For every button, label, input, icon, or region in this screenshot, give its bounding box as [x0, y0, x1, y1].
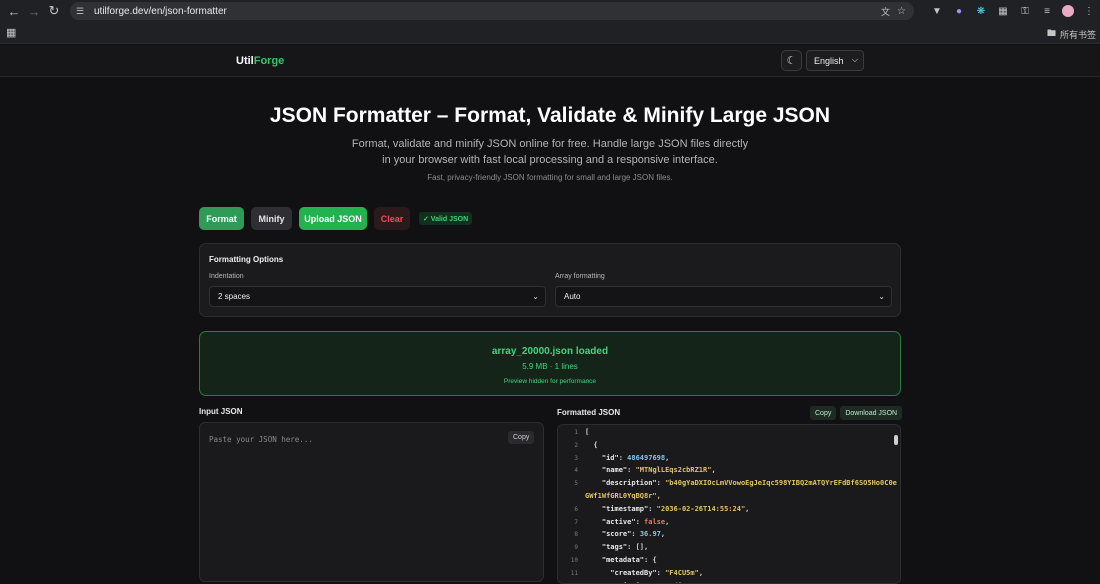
- site-logo[interactable]: UtilForge: [236, 55, 284, 67]
- loaded-file-name: array_20000.json loaded: [491, 346, 609, 357]
- code-text: "createdBy": "F4CU5m",: [610, 568, 704, 577]
- input-placeholder: Paste your JSON here...: [209, 435, 313, 444]
- code-view: 1[2 {3 "id": 486497698, 4 "name": "MTNglL…: [558, 428, 897, 583]
- line-number: 2: [574, 441, 578, 449]
- code-text: [: [585, 428, 590, 436]
- loaded-file-meta: 5.9 MB · 1 lines: [522, 362, 578, 371]
- indentation-value: 2 spaces: [218, 292, 251, 301]
- line-number: 1: [574, 429, 578, 436]
- page-note: Fast, privacy-friendly JSON formatting f…: [427, 173, 673, 182]
- line-number: 7: [574, 518, 578, 526]
- code-text: "metadata": {: [601, 555, 657, 564]
- page-title: JSON Formatter – Format, Validate & Mini…: [269, 104, 831, 127]
- scrollbar-thumb[interactable]: [894, 435, 898, 445]
- download-json-button[interactable]: Download JSON: [840, 406, 903, 420]
- all-bookmarks-folder[interactable]: 🖿 所有书签: [1047, 26, 1096, 42]
- site-header: UtilForge ☾ English ⌵: [0, 45, 1100, 77]
- minify-button[interactable]: Minify: [251, 207, 292, 230]
- code-text: "score": 36.97,: [601, 530, 666, 539]
- indentation-label: Indentation: [209, 273, 244, 280]
- code-line: 7 "active": false,: [558, 518, 890, 531]
- code-line: 11 "createdBy": "F4CU5m",: [558, 569, 890, 582]
- code-text: "tags": [],: [601, 543, 649, 552]
- language-select[interactable]: English ⌵: [806, 50, 864, 71]
- format-button[interactable]: Format: [199, 207, 244, 230]
- code-line: 9 "tags": [],: [558, 543, 890, 556]
- output-actions: Copy Download JSON: [810, 406, 903, 420]
- code-line: GWf1WfGRL0YqBQ8r",: [558, 492, 890, 505]
- line-number: 4: [574, 467, 578, 475]
- bookmarks-bar: ▦ 🖿 所有书签: [0, 22, 1100, 44]
- input-json-title: Input JSON: [199, 407, 243, 416]
- formatting-options-card: Formatting Options Indentation 2 spaces …: [199, 243, 901, 317]
- line-number: 9: [574, 544, 578, 552]
- valid-json-badge: ✓ Valid JSON: [419, 212, 473, 225]
- copy-output-button[interactable]: Copy: [810, 406, 837, 420]
- chrome-menu-icon[interactable]: ⋮: [1082, 4, 1096, 18]
- code-line: 1[: [558, 428, 890, 441]
- chevron-down-icon: ⌄: [878, 292, 885, 301]
- forward-icon[interactable]: →: [24, 1, 44, 21]
- code-line: 8 "score": 36.97,: [558, 530, 890, 543]
- line-number: 3: [574, 454, 578, 462]
- page-subtitle: Format, validate and minify JSON online …: [351, 138, 749, 166]
- code-text: "description": "b40gYaDXIOcLmVVowoEgJeIq…: [601, 479, 897, 488]
- translate-icon[interactable]: 文: [881, 5, 890, 18]
- loaded-file-hint: Preview hidden for performance: [503, 378, 597, 385]
- bookmark-star-icon[interactable]: ☆: [897, 6, 906, 17]
- address-bar[interactable]: ☰ utilforge.dev/en/json-formatter 文 ☆: [70, 2, 914, 20]
- formatted-json-title: Formatted JSON: [557, 408, 621, 417]
- theme-toggle-button[interactable]: ☾: [781, 50, 802, 71]
- line-number: 11: [570, 569, 578, 577]
- clear-button[interactable]: Clear: [374, 207, 410, 230]
- line-number: 8: [574, 531, 578, 539]
- indentation-select[interactable]: 2 spaces ⌄: [209, 286, 546, 307]
- extension-vpn-icon[interactable]: ▼: [930, 4, 944, 18]
- profile-avatar[interactable]: [1062, 5, 1074, 17]
- line-number: 5: [574, 480, 578, 488]
- code-text: "id": 486497698,: [601, 453, 670, 462]
- copy-input-button[interactable]: Copy: [508, 431, 535, 444]
- extension-purple-icon[interactable]: ●: [952, 4, 966, 18]
- code-line: 4 "name": "MTNglLEqs2cbRZ1R",: [558, 466, 890, 479]
- code-line: 5 "description": "b40gYaDXIOcLmVVowoEgJe…: [558, 479, 897, 492]
- logo-text-util: Util: [236, 55, 254, 67]
- browser-toolbar: ← → ↻ ☰ utilforge.dev/en/json-formatter …: [0, 0, 1100, 22]
- chevron-down-icon: ⌄: [532, 292, 539, 301]
- file-loaded-banner: array_20000.json loaded 5.9 MB · 1 lines…: [199, 331, 901, 396]
- extensions-puzzle-icon[interactable]: ▦: [996, 4, 1010, 18]
- code-line: 2 {: [558, 441, 890, 454]
- array-formatting-value: Auto: [564, 292, 581, 301]
- code-line: 10 "metadata": {: [558, 556, 890, 569]
- apps-grid-icon[interactable]: ▦: [6, 26, 16, 39]
- all-bookmarks-label: 所有书签: [1059, 29, 1096, 40]
- formatting-options-title: Formatting Options: [209, 255, 284, 264]
- code-text: "name": "MTNglLEqs2cbRZ1R",: [601, 466, 716, 475]
- code-text: "timestamp": "2036-02-26T14:55:24",: [601, 504, 750, 513]
- code-text: GWf1WfGRL0YqBQ8r",: [585, 491, 661, 500]
- upload-json-button[interactable]: Upload JSON: [299, 207, 367, 230]
- formatted-json-viewer[interactable]: 1[2 {3 "id": 486497698, 4 "name": "MTNglL…: [557, 424, 901, 584]
- reload-icon[interactable]: ↻: [44, 1, 64, 21]
- code-text: {: [593, 440, 598, 449]
- line-number: 10: [570, 556, 578, 564]
- back-icon[interactable]: ←: [4, 1, 24, 21]
- moon-icon: ☾: [786, 55, 797, 67]
- logo-text-forge: Forge: [253, 55, 285, 67]
- line-number: 6: [574, 505, 578, 513]
- code-line: 6 "timestamp": "2036-02-26T14:55:24",: [558, 505, 890, 518]
- site-info-icon[interactable]: ☰: [76, 6, 88, 17]
- array-formatting-select[interactable]: Auto ⌄: [555, 286, 892, 307]
- url-text: utilforge.dev/en/json-formatter: [94, 5, 227, 17]
- code-text: "active": false,: [601, 517, 670, 526]
- array-formatting-label: Array formatting: [555, 273, 605, 280]
- folder-icon: 🖿: [1046, 28, 1056, 38]
- password-key-icon[interactable]: ⚿: [1018, 4, 1032, 18]
- reading-list-icon[interactable]: ≡: [1040, 4, 1054, 18]
- input-json-editor[interactable]: Paste your JSON here... Copy: [199, 422, 544, 582]
- language-value: English: [814, 55, 844, 66]
- chevron-down-icon: ⌵: [851, 55, 858, 64]
- code-line: 3 "id": 486497698,: [558, 454, 890, 467]
- extension-react-icon[interactable]: ❋: [974, 4, 988, 18]
